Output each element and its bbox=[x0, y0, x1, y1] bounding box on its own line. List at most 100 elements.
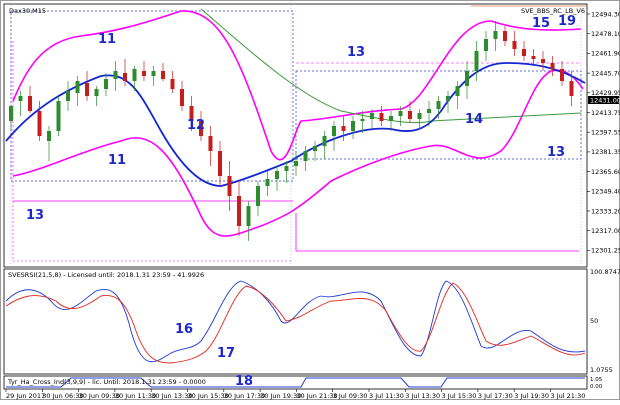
bull-candle bbox=[151, 71, 156, 76]
price-tick-label: 12445.70 bbox=[591, 69, 620, 77]
time-tick-label: 3 Jul 19:30 bbox=[514, 392, 549, 400]
bull-candle bbox=[132, 69, 137, 81]
bull-candle bbox=[18, 96, 23, 101]
bear-candle bbox=[227, 176, 232, 196]
annotation-13-upper: 13 bbox=[347, 45, 365, 60]
bear-candle bbox=[37, 111, 42, 136]
bull-candle bbox=[370, 113, 374, 119]
price-tick-label: 12461.90 bbox=[591, 50, 620, 58]
price-tick-label: 12478.10 bbox=[591, 30, 620, 38]
bull-candle bbox=[398, 111, 403, 116]
bear-candle bbox=[503, 31, 507, 41]
bull-candle bbox=[94, 89, 99, 96]
rsi-tick-mid: 50 bbox=[590, 317, 598, 325]
bear-candle bbox=[123, 73, 127, 81]
bull-candle bbox=[265, 179, 270, 186]
time-tick-label: 3 Jul 15:30 bbox=[442, 392, 477, 400]
bull-candle bbox=[436, 101, 441, 109]
price-tick-label: 12413.75 bbox=[591, 109, 620, 117]
time-tick-label: 30 Jun 09:30 bbox=[79, 392, 120, 400]
bear-candle bbox=[218, 151, 222, 176]
bear-candle bbox=[522, 49, 526, 56]
bull-candle bbox=[389, 116, 393, 121]
annotation-13-left: 13 bbox=[26, 208, 44, 223]
bull-candle bbox=[465, 71, 469, 86]
price-tick-label: 12333.20 bbox=[591, 207, 620, 215]
bear-candle bbox=[170, 79, 175, 89]
bear-candle bbox=[379, 113, 384, 121]
time-tick-label: 30 Jun 13:30 bbox=[151, 392, 192, 400]
annotation-15: 15 bbox=[532, 16, 550, 31]
rsi-tick-min: 1.0755 bbox=[590, 366, 613, 374]
time-tick-label: 30 Jun 19:30 bbox=[260, 392, 301, 400]
bear-candle bbox=[28, 96, 32, 111]
annotation-13-right: 13 bbox=[547, 145, 565, 160]
price-tick-label: 12397.55 bbox=[591, 129, 620, 137]
annotation-17: 17 bbox=[217, 346, 235, 361]
ha-header: Tyr_Ha_Cross_Ind(3,9,9) - lic. Until: 20… bbox=[7, 378, 206, 386]
annotation-18: 18 bbox=[235, 374, 253, 389]
bull-candle bbox=[294, 161, 298, 166]
time-tick-label: 30 Jun 15:30 bbox=[188, 392, 229, 400]
annotation-16: 16 bbox=[175, 322, 193, 337]
bull-candle bbox=[256, 186, 260, 206]
ha-tick-min: 0.00 bbox=[590, 384, 603, 390]
bull-candle bbox=[284, 166, 289, 171]
bear-candle bbox=[512, 41, 517, 49]
price-tick-label: 12494.30 bbox=[591, 10, 620, 18]
bear-candle bbox=[85, 83, 89, 96]
bull-candle bbox=[446, 96, 450, 101]
annotation-19: 19 bbox=[558, 14, 576, 29]
bear-candle bbox=[531, 56, 536, 59]
bull-candle bbox=[56, 101, 61, 131]
bull-candle bbox=[484, 39, 488, 51]
time-axis[interactable]: 29 Jun 201730 Jun 06:3030 Jun 09:3030 Ju… bbox=[5, 389, 586, 400]
price-axis[interactable]: 12494.3012478.1012461.9012445.7012429.95… bbox=[587, 10, 620, 255]
bull-candle bbox=[9, 106, 13, 121]
current-price-label: 12431.00 bbox=[590, 97, 620, 105]
rsi-panel[interactable] bbox=[3, 268, 588, 375]
bull-candle bbox=[47, 131, 51, 141]
time-tick-label: 3 Jul 21:30 bbox=[551, 392, 586, 400]
bull-candle bbox=[417, 113, 422, 119]
ha-tick-max: 1.05 bbox=[590, 377, 603, 383]
bear-candle bbox=[408, 111, 412, 119]
bull-candle bbox=[360, 119, 365, 121]
bull-candle bbox=[246, 206, 251, 226]
bull-candle bbox=[351, 121, 355, 131]
time-tick-label: 30 Jun 21:30 bbox=[296, 392, 337, 400]
symbol-label: Dax30,M15 bbox=[9, 7, 46, 15]
bull-candle bbox=[455, 86, 460, 96]
bear-candle bbox=[560, 69, 564, 81]
bull-candle bbox=[332, 126, 336, 136]
bear-candle bbox=[541, 59, 545, 63]
bull-candle bbox=[104, 79, 108, 89]
rsi-header: SVESRSI(21,5,8) - Licensed until: 2018.1… bbox=[8, 271, 204, 279]
price-tick-label: 12301.25 bbox=[591, 247, 620, 255]
chart-window: Dax30,M15 SVE_BBS_RC_LB_V6 SVESRSI(21,5,… bbox=[0, 0, 620, 400]
bear-candle bbox=[142, 71, 146, 76]
trading-chart[interactable]: Dax30,M15 SVE_BBS_RC_LB_V6 SVESRSI(21,5,… bbox=[1, 1, 620, 401]
bull-candle bbox=[113, 71, 118, 79]
bull-candle bbox=[427, 109, 431, 113]
bull-candle bbox=[75, 81, 80, 93]
bull-candle bbox=[275, 171, 279, 179]
bull-candle bbox=[474, 51, 479, 71]
bull-candle bbox=[66, 91, 70, 101]
time-tick-label: 3 Jul 13:30 bbox=[405, 392, 440, 400]
price-tick-label: 12365.60 bbox=[591, 168, 620, 176]
bear-candle bbox=[341, 126, 346, 131]
bull-candle bbox=[322, 136, 327, 146]
bear-candle bbox=[180, 89, 184, 106]
bear-candle bbox=[208, 136, 213, 151]
annotation-11-lower: 11 bbox=[108, 153, 126, 168]
rsi-tick-max: 100.8747 bbox=[590, 268, 620, 276]
annotation-11-upper: 11 bbox=[98, 32, 116, 47]
bull-candle bbox=[303, 151, 308, 161]
time-tick-label: 30 Jun 17:30 bbox=[224, 392, 265, 400]
price-tick-label: 12349.40 bbox=[591, 188, 620, 196]
time-tick-label: 3 Jul 17:30 bbox=[478, 392, 513, 400]
time-tick-label: 30 Jun 11:30 bbox=[115, 392, 156, 400]
bear-candle bbox=[237, 196, 241, 226]
time-tick-label: 29 Jun 2017 bbox=[6, 392, 45, 400]
